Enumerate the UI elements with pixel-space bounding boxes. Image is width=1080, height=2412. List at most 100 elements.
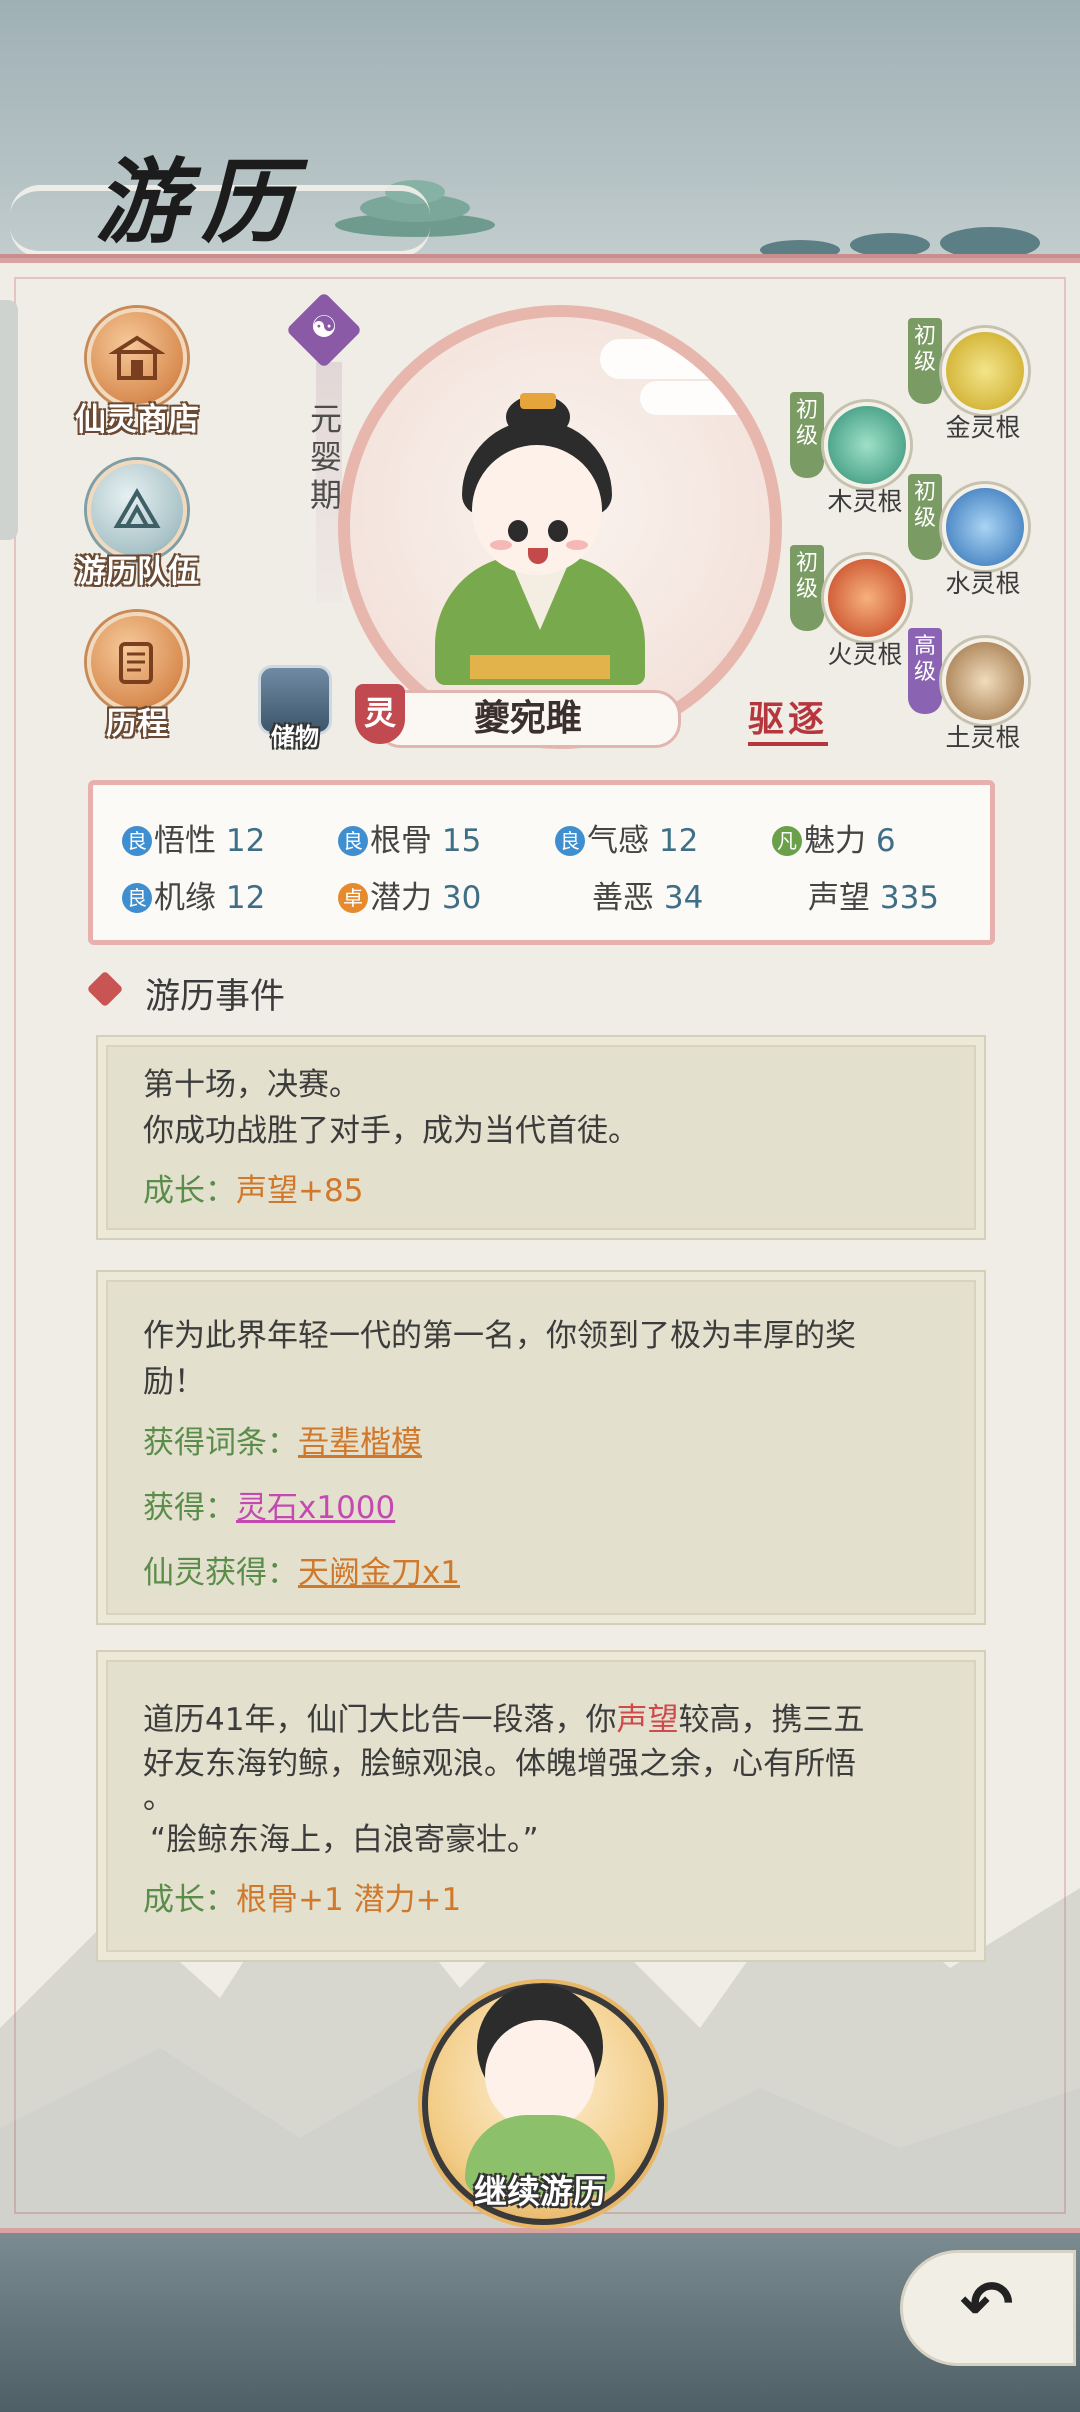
gain-label: 获得词条：: [143, 1425, 298, 1461]
stat-reputation: 声望 335: [808, 872, 939, 917]
quality-badge: 卓: [338, 883, 368, 913]
shop-label: 仙灵商店: [75, 402, 199, 438]
event-growth: 成长：声望+85: [143, 1165, 363, 1210]
expel-button[interactable]: 驱逐: [748, 690, 829, 746]
team-button[interactable]: 游历队伍: [47, 460, 227, 591]
stat-value: 12: [225, 880, 266, 916]
root-label: 火灵根: [827, 640, 903, 669]
event-card: 第十场，决赛。 你成功战胜了对手，成为当代首徒。 成长：声望+85: [96, 1035, 986, 1240]
stat-qi-sense: 良气感 12: [555, 815, 698, 860]
character-sash: [470, 655, 610, 679]
stat-name: 魅力: [804, 823, 866, 859]
growth-value: 潜力+1: [353, 1882, 462, 1918]
journey-button[interactable]: 历程: [47, 612, 227, 743]
stat-value: 34: [663, 880, 704, 916]
gain-label: 仙灵获得：: [143, 1555, 298, 1591]
stat-name: 声望: [808, 880, 870, 916]
realm-swirl-icon: ☯: [310, 310, 338, 345]
stat-comprehension: 良悟性 12: [122, 815, 265, 860]
event-keyword: 声望: [616, 1702, 679, 1738]
event-text: 你成功战胜了对手，成为当代首徒。: [143, 1113, 639, 1149]
wood-root-icon: [824, 402, 910, 488]
item-link[interactable]: 天阙金刀x1: [298, 1555, 460, 1591]
title-link[interactable]: 吾辈楷模: [298, 1425, 422, 1461]
root-label: 木灵根: [827, 487, 903, 516]
event-quote: “脍鲸东海上，白浪寄豪壮。”: [150, 1822, 539, 1858]
growth-label: 成长：: [143, 1882, 236, 1918]
event-growth: 成长：根骨+1 潜力+1: [143, 1874, 461, 1919]
stat-name: 善恶: [592, 880, 654, 916]
earth-root-icon: [942, 638, 1028, 724]
stat-value: 15: [441, 823, 482, 859]
stat-name: 潜力: [370, 880, 432, 916]
water-root-icon: [942, 484, 1028, 570]
stat-value: 6: [875, 823, 896, 859]
stat-name: 根骨: [370, 823, 432, 859]
journey-label: 历程: [106, 706, 168, 742]
stat-name: 悟性: [154, 823, 216, 859]
cloud-decoration: [640, 381, 770, 415]
character-blush: [566, 540, 588, 550]
shop-icon: [87, 308, 187, 408]
fire-root-icon: [824, 555, 910, 641]
metal-root-icon: [942, 328, 1028, 414]
character-crown-icon: [520, 393, 556, 409]
quality-badge: 良: [338, 826, 368, 856]
event-text: 励！: [143, 1364, 205, 1400]
stat-morality: 善恶 34: [592, 872, 703, 917]
growth-label: 成长：: [143, 1173, 236, 1209]
event-text-part: 道历41年，仙门大比告一段落，你: [143, 1702, 617, 1738]
root-tier-tag: 初级: [790, 392, 824, 478]
continue-character-head: [485, 2020, 595, 2130]
spirit-badge: 灵: [355, 684, 405, 744]
event-text: 。: [143, 1780, 174, 1816]
quality-badge: 凡: [772, 826, 802, 856]
quality-badge: 良: [122, 883, 152, 913]
shop-button[interactable]: 仙灵商店: [47, 308, 227, 439]
event-spirit-gain: 仙灵获得：天阙金刀x1: [143, 1547, 460, 1592]
gain-label: 获得：: [143, 1490, 236, 1526]
stat-value: 335: [879, 880, 940, 916]
quality-badge: 良: [122, 826, 152, 856]
root-tier-tag: 初级: [790, 545, 824, 631]
event-text: 道历41年，仙门大比告一段落，你声望较高，携三五: [143, 1694, 864, 1739]
root-earth[interactable]: 高级 土灵根: [908, 628, 1068, 752]
event-card: 作为此界年轻一代的第一名，你领到了极为丰厚的奖 励！ 获得词条：吾辈楷模 获得：…: [96, 1270, 986, 1625]
storage-button[interactable]: 储物: [255, 665, 335, 752]
cloud-decoration: [600, 339, 760, 379]
event-text-part: 较高，携三五: [678, 1702, 865, 1738]
stat-value: 12: [225, 823, 266, 859]
storage-label: 储物: [271, 723, 319, 751]
stat-potential: 卓潜力 30: [338, 872, 481, 917]
side-handle[interactable]: [0, 300, 18, 540]
quality-badge: 良: [555, 826, 585, 856]
page-title: 游历: [95, 148, 308, 256]
character-blush: [490, 540, 512, 550]
scroll-icon: [87, 612, 187, 712]
event-gain: 获得：灵石x1000: [143, 1482, 395, 1527]
root-label: 土灵根: [945, 723, 1021, 752]
root-tier-tag: 高级: [908, 628, 942, 714]
back-arrow-icon: ↶: [960, 2268, 1014, 2342]
stat-luck: 良机缘 12: [122, 872, 265, 917]
character-eye: [508, 520, 528, 542]
stat-value: 12: [658, 823, 699, 859]
attribute-panel: [88, 780, 995, 945]
stat-name: 气感: [587, 823, 649, 859]
event-text: 作为此界年轻一代的第一名，你领到了极为丰厚的奖: [143, 1318, 856, 1354]
event-card: 道历41年，仙门大比告一段落，你声望较高，携三五 好友东海钓鲸，脍鲸观浪。体魄增…: [96, 1650, 986, 1962]
growth-value: 根骨+1: [236, 1882, 344, 1918]
team-icon: [87, 460, 187, 560]
character-name: 夔宛雎: [375, 690, 681, 748]
events-section-title: 游历事件: [145, 977, 286, 1017]
stat-charm: 凡魅力 6: [772, 815, 896, 860]
event-text: 好友东海钓鲸，脍鲸观浪。体魄增强之余，心有所悟: [143, 1746, 856, 1782]
continue-travel-label[interactable]: 继续游历: [440, 2165, 640, 2213]
event-gain-title: 获得词条：吾辈楷模: [143, 1417, 422, 1462]
item-link[interactable]: 灵石x1000: [236, 1490, 395, 1526]
stat-name: 机缘: [154, 880, 216, 916]
character-eye: [548, 520, 568, 542]
team-label: 游历队伍: [75, 554, 199, 590]
stat-value: 30: [441, 880, 482, 916]
stat-constitution: 良根骨 15: [338, 815, 481, 860]
